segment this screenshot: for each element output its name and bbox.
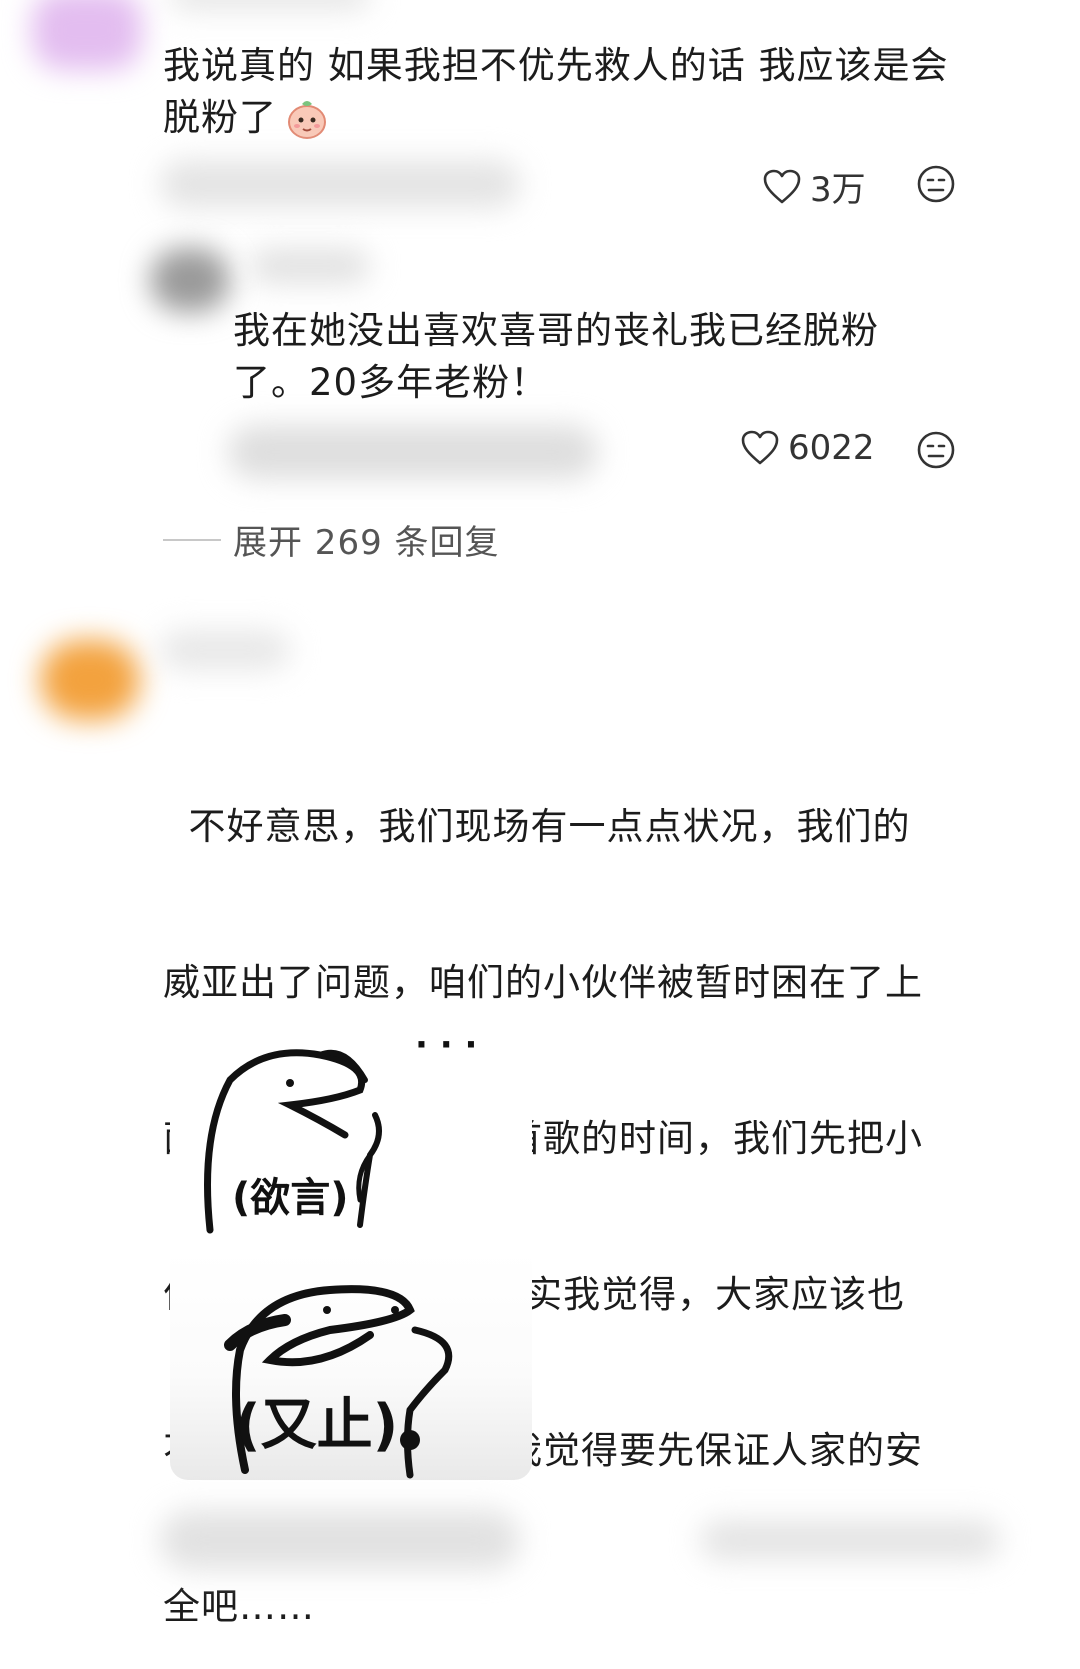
like-count: 3万 <box>810 170 866 210</box>
comment-line: 全吧…… <box>163 1585 315 1628</box>
username-blurred <box>160 630 290 670</box>
username-blurred <box>250 248 370 284</box>
comment-line: 脱粉了 <box>163 96 277 139</box>
expand-replies-button[interactable]: 展开 269 条回复 <box>163 515 500 564</box>
sticker-caption: (又止) <box>235 1393 399 1458</box>
sticker-image[interactable]: (又止) <box>170 1250 532 1480</box>
baby-face-emoji-icon <box>285 96 329 140</box>
avatar[interactable] <box>40 640 140 720</box>
heart-outline-icon <box>741 430 779 465</box>
username-blurred <box>170 0 370 10</box>
neutral-face-icon <box>917 165 955 203</box>
react-button[interactable] <box>916 164 956 208</box>
avatar[interactable] <box>150 248 230 312</box>
next-comment-actions-blurred <box>700 1520 1000 1560</box>
comment-line: 不好意思，我们现场有一点点状况，我们的 <box>163 805 911 848</box>
doodle-creature-illustration <box>204 1049 382 1234</box>
comment-line: 我说真的 如果我担不优先救人的话 我应该是会 <box>163 44 949 87</box>
comment-actions: 6022 <box>740 428 875 468</box>
heart-outline-icon <box>763 169 801 203</box>
neutral-face-icon <box>917 431 955 469</box>
divider <box>163 538 221 541</box>
comment-actions: 3万 <box>762 162 866 211</box>
like-button[interactable]: 6022 <box>740 428 875 468</box>
timestamp-blurred <box>228 425 598 479</box>
timestamp-blurred <box>160 160 520 208</box>
avatar[interactable] <box>32 0 142 70</box>
like-button[interactable]: 3万 <box>762 162 866 211</box>
sticker-image[interactable]: · · · (欲言) <box>170 1025 532 1250</box>
comment-line: 我在她没出喜欢喜哥的丧礼我已经脱粉 <box>233 309 879 352</box>
sticker-caption: (欲言) <box>232 1175 349 1221</box>
next-comment-blurred <box>160 1510 520 1570</box>
expand-replies-label: 展开 269 条回复 <box>233 523 500 563</box>
ellipsis-mark: · · · <box>415 1025 478 1065</box>
comment-text: 我说真的 如果我担不优先救人的话 我应该是会 脱粉了 <box>163 40 1013 144</box>
like-count: 6022 <box>788 428 875 468</box>
react-button[interactable] <box>916 430 956 474</box>
comment-text: 我在她没出喜欢喜哥的丧礼我已经脱粉 了。20多年老粉！ <box>233 305 993 409</box>
comment-line: 威亚出了问题，咱们的小伙伴被暂时困在了上 <box>163 961 923 1004</box>
comment-line: 了。20多年老粉！ <box>233 361 549 404</box>
